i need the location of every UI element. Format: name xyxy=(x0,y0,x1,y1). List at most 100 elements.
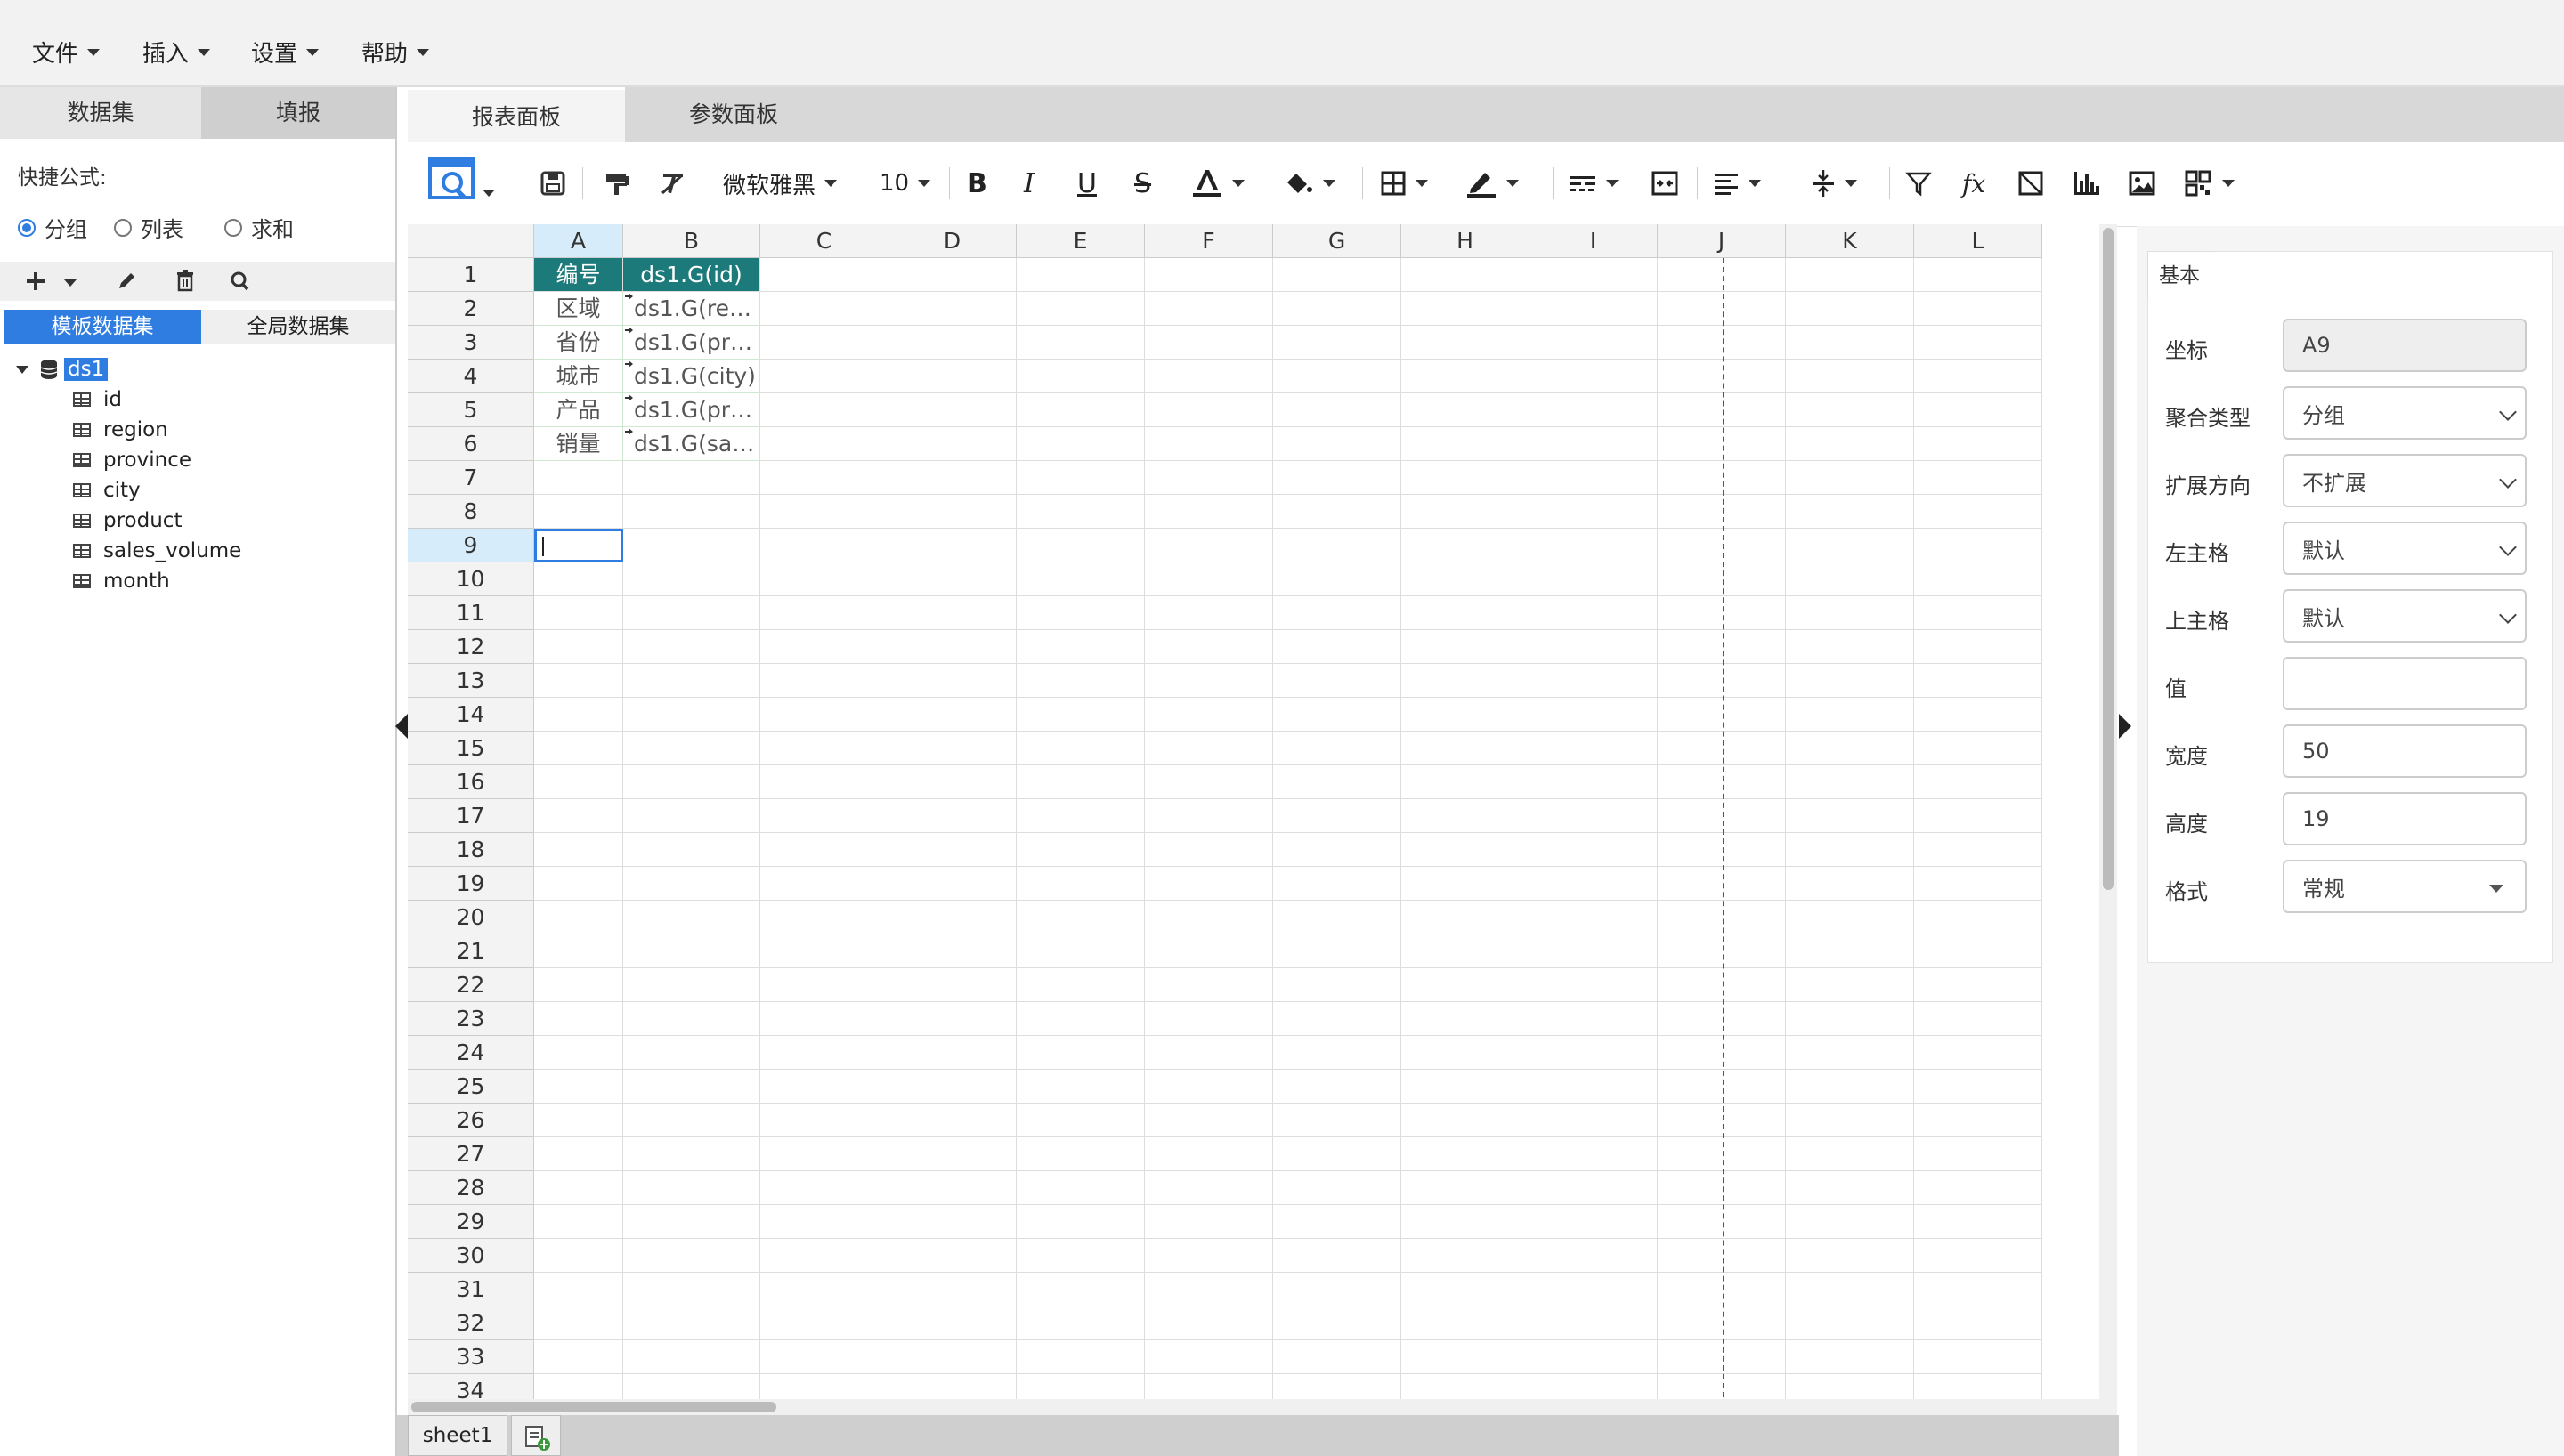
cell-e6[interactable] xyxy=(1017,427,1145,461)
cell-j3[interactable] xyxy=(1658,326,1786,360)
row-header[interactable]: 8 xyxy=(408,495,534,529)
cell-c32[interactable] xyxy=(760,1306,888,1340)
cell-k26[interactable] xyxy=(1786,1104,1914,1137)
cell-j11[interactable] xyxy=(1658,596,1786,630)
cell-h23[interactable] xyxy=(1401,1002,1529,1036)
border-color-button[interactable] xyxy=(1465,166,1519,201)
tab-fill-report[interactable]: 填报 xyxy=(201,87,395,139)
cell-f5[interactable] xyxy=(1145,393,1273,427)
cell-a6[interactable]: 销量 xyxy=(534,427,623,461)
cell-g30[interactable] xyxy=(1273,1239,1401,1273)
cell-c4[interactable] xyxy=(760,360,888,393)
cell-c6[interactable] xyxy=(760,427,888,461)
cell-l29[interactable] xyxy=(1914,1205,2042,1239)
cell-l23[interactable] xyxy=(1914,1002,2042,1036)
cell-g27[interactable] xyxy=(1273,1137,1401,1171)
width-input[interactable]: 50 xyxy=(2283,724,2527,778)
vertical-scrollbar[interactable] xyxy=(2099,224,2117,1399)
cell-d22[interactable] xyxy=(888,968,1017,1002)
row-header[interactable]: 13 xyxy=(408,664,534,698)
cell-h32[interactable] xyxy=(1401,1306,1529,1340)
row-header[interactable]: 19 xyxy=(408,867,534,901)
cell-e27[interactable] xyxy=(1017,1137,1145,1171)
cell-k23[interactable] xyxy=(1786,1002,1914,1036)
cell-j28[interactable] xyxy=(1658,1171,1786,1205)
cell-j30[interactable] xyxy=(1658,1239,1786,1273)
cell-i1[interactable] xyxy=(1529,258,1658,292)
cell-g17[interactable] xyxy=(1273,799,1401,833)
cell-h19[interactable] xyxy=(1401,867,1529,901)
cell-d32[interactable] xyxy=(888,1306,1017,1340)
cell-l24[interactable] xyxy=(1914,1036,2042,1070)
cell-a13[interactable] xyxy=(534,664,623,698)
row-header[interactable]: 6 xyxy=(408,427,534,461)
value-input[interactable] xyxy=(2283,657,2527,710)
cell-b3[interactable]: ds1.G(pr… xyxy=(623,326,760,360)
cell-h26[interactable] xyxy=(1401,1104,1529,1137)
row-header[interactable]: 11 xyxy=(408,596,534,630)
cell-e24[interactable] xyxy=(1017,1036,1145,1070)
cell-c14[interactable] xyxy=(760,698,888,732)
cell-k32[interactable] xyxy=(1786,1306,1914,1340)
menu-insert[interactable]: 插入 xyxy=(142,36,211,69)
cell-i6[interactable] xyxy=(1529,427,1658,461)
cell-c28[interactable] xyxy=(760,1171,888,1205)
cell-a15[interactable] xyxy=(534,732,623,765)
cell-g20[interactable] xyxy=(1273,901,1401,934)
cell-h4[interactable] xyxy=(1401,360,1529,393)
cell-l14[interactable] xyxy=(1914,698,2042,732)
cell-i24[interactable] xyxy=(1529,1036,1658,1070)
cell-g21[interactable] xyxy=(1273,934,1401,968)
cell-c22[interactable] xyxy=(760,968,888,1002)
cell-e32[interactable] xyxy=(1017,1306,1145,1340)
expand-arrow-icon[interactable] xyxy=(16,365,28,374)
cell-g3[interactable] xyxy=(1273,326,1401,360)
cell-a19[interactable] xyxy=(534,867,623,901)
column-header-g[interactable]: G xyxy=(1273,224,1401,258)
cell-b2[interactable]: ds1.G(re… xyxy=(623,292,760,326)
cell-l16[interactable] xyxy=(1914,765,2042,799)
cell-j34[interactable] xyxy=(1658,1374,1786,1399)
cell-a10[interactable] xyxy=(534,562,623,596)
cell-e17[interactable] xyxy=(1017,799,1145,833)
cell-l26[interactable] xyxy=(1914,1104,2042,1137)
cell-b33[interactable] xyxy=(623,1340,760,1374)
cell-d4[interactable] xyxy=(888,360,1017,393)
cell-j2[interactable] xyxy=(1658,292,1786,326)
cell-l27[interactable] xyxy=(1914,1137,2042,1171)
row-header[interactable]: 5 xyxy=(408,393,534,427)
cell-f12[interactable] xyxy=(1145,630,1273,664)
cell-c25[interactable] xyxy=(760,1070,888,1104)
column-header-a[interactable]: A xyxy=(534,224,623,258)
cell-a12[interactable] xyxy=(534,630,623,664)
cell-f18[interactable] xyxy=(1145,833,1273,867)
cell-i3[interactable] xyxy=(1529,326,1658,360)
cell-f4[interactable] xyxy=(1145,360,1273,393)
font-family-select[interactable]: 微软雅黑 xyxy=(723,166,838,201)
font-size-select[interactable]: 10 xyxy=(880,166,931,201)
cell-l13[interactable] xyxy=(1914,664,2042,698)
cell-b18[interactable] xyxy=(623,833,760,867)
cell-f16[interactable] xyxy=(1145,765,1273,799)
row-header[interactable]: 10 xyxy=(408,562,534,596)
cell-a3[interactable]: 省份 xyxy=(534,326,623,360)
cell-g15[interactable] xyxy=(1273,732,1401,765)
column-header-j[interactable]: J xyxy=(1658,224,1786,258)
cell-c20[interactable] xyxy=(760,901,888,934)
cell-a20[interactable] xyxy=(534,901,623,934)
cell-l10[interactable] xyxy=(1914,562,2042,596)
cell-c15[interactable] xyxy=(760,732,888,765)
cell-c23[interactable] xyxy=(760,1002,888,1036)
cell-h9[interactable] xyxy=(1401,529,1529,562)
cell-e31[interactable] xyxy=(1017,1273,1145,1306)
cell-d34[interactable] xyxy=(888,1374,1017,1399)
cell-k28[interactable] xyxy=(1786,1171,1914,1205)
cell-b21[interactable] xyxy=(623,934,760,968)
cell-k18[interactable] xyxy=(1786,833,1914,867)
cell-c12[interactable] xyxy=(760,630,888,664)
cell-b28[interactable] xyxy=(623,1171,760,1205)
cell-k5[interactable] xyxy=(1786,393,1914,427)
cell-j27[interactable] xyxy=(1658,1137,1786,1171)
cell-b6[interactable]: ds1.G(sa… xyxy=(623,427,760,461)
cell-h20[interactable] xyxy=(1401,901,1529,934)
